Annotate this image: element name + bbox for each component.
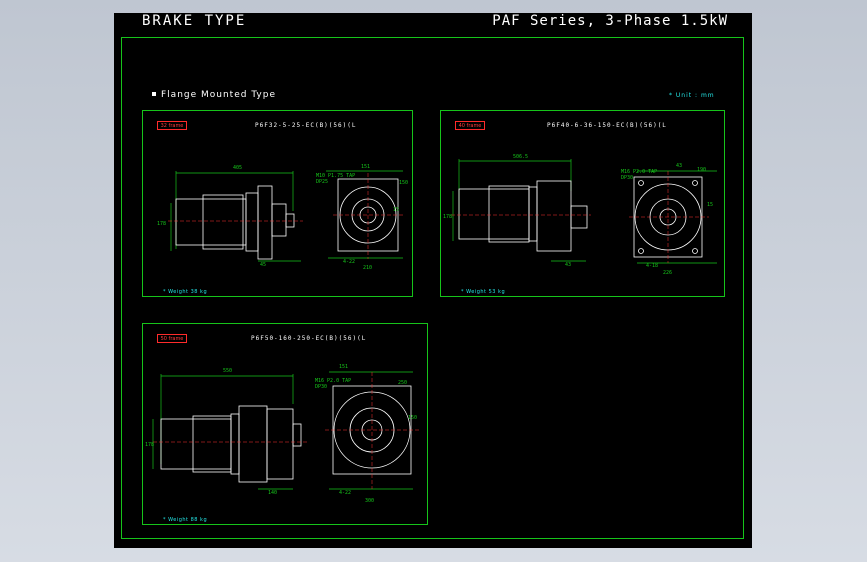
weight-note: * Weight 88 kg <box>163 517 208 523</box>
drawing-panel-32: 32 frame P6F32-5-25-EC(B)(56)(L 405 178 … <box>142 110 413 297</box>
gearmotor-drawing: 506.5 178 43 43 190 15 226 4-18 M16 P2.0… <box>443 154 717 276</box>
dim-overall: 506.5 <box>513 154 528 160</box>
dim-top: 151 <box>339 364 348 370</box>
sheet-title: BRAKE TYPE <box>142 13 247 29</box>
weight-note: * Weight 53 kg <box>461 289 506 295</box>
unit-note: * Unit : mm <box>669 92 715 99</box>
weight-note: * Weight 38 kg <box>163 289 208 295</box>
drawing-sheet: BRAKE TYPE PAF Series, 3-Phase 1.5kW Fla… <box>114 13 752 548</box>
section-heading: Flange Mounted Type <box>152 90 276 100</box>
dim-bolt: 4-18 <box>646 263 658 269</box>
dim-overall: 550 <box>223 368 232 374</box>
dim-flange: 45 <box>260 262 266 268</box>
depth-note: DP30 <box>621 175 633 181</box>
gearmotor-drawing: 405 178 45 151 150 15 210 4-22 M10 P1.75… <box>157 164 408 271</box>
drawing-panel-50: 50 frame P6F50-160-250-EC(B)(56)(L 550 1… <box>142 323 428 525</box>
dim-corner: 150 <box>399 180 408 186</box>
dim-height: 178 <box>145 442 154 448</box>
dim-height: 178 <box>157 221 166 227</box>
gearmotor-drawing: 550 178 140 151 250 150 300 4-22 M16 P2.… <box>145 364 419 504</box>
section-title: Flange Mounted Type <box>161 90 276 100</box>
depth-note: DP25 <box>316 179 328 185</box>
dim-overall: 405 <box>233 165 242 171</box>
bullet-icon <box>152 92 156 96</box>
drawing-panel-40: 40 frame P6F40-6-36-150-EC(B)(56)(L 506.… <box>440 110 725 297</box>
dim-bolt: 4-22 <box>343 259 355 265</box>
series-title: PAF Series, 3-Phase 1.5kW <box>492 13 728 29</box>
dim-bottom: 300 <box>365 498 374 504</box>
dim-bottom: 226 <box>663 270 672 276</box>
dim-side: 15 <box>393 207 399 213</box>
dim-flange: 140 <box>268 490 277 496</box>
dim-corner: 250 <box>398 380 407 386</box>
dim-bottom: 210 <box>363 265 372 271</box>
dim-bolt: 4-22 <box>339 490 351 496</box>
dim-side: 150 <box>408 415 417 421</box>
depth-note: DP30 <box>315 384 327 390</box>
dim-top: 151 <box>361 164 370 170</box>
dim-flange: 43 <box>565 262 571 268</box>
dim-top: 43 <box>676 163 682 169</box>
dim-corner: 190 <box>697 167 706 173</box>
dim-side: 15 <box>707 202 713 208</box>
dim-height: 178 <box>443 214 452 220</box>
